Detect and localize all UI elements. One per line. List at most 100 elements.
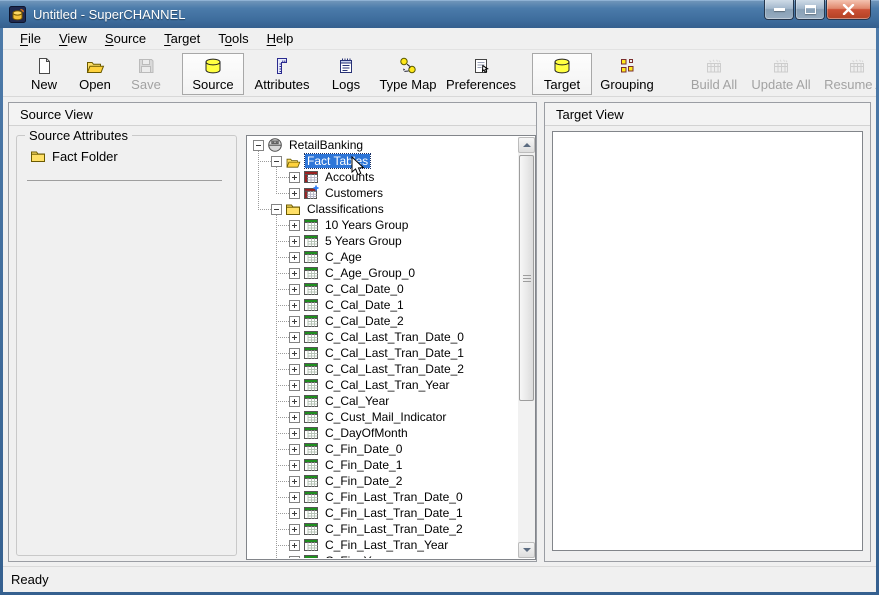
menu-tools[interactable]: Tools <box>209 28 257 49</box>
maximize-button[interactable] <box>795 0 825 20</box>
menu-source[interactable]: Source <box>96 28 155 49</box>
expand-plus-icon[interactable] <box>289 188 300 199</box>
expand-plus-icon[interactable] <box>289 412 300 423</box>
source-button[interactable]: Source <box>182 53 244 95</box>
expand-plus-icon[interactable] <box>289 460 300 471</box>
scrollbar-thumb[interactable] <box>519 155 534 401</box>
attributes-button[interactable]: Attributes <box>246 53 318 95</box>
tree-item-accounts[interactable]: Accounts <box>247 169 517 185</box>
expand-plus-icon[interactable] <box>289 428 300 439</box>
tree-item-classifications[interactable]: Classifications <box>247 201 517 217</box>
tree-item-label[interactable]: C_Cal_Date_2 <box>323 314 406 328</box>
expand-plus-icon[interactable] <box>289 252 300 263</box>
tree-item-5-years-group[interactable]: 5 Years Group <box>247 233 517 249</box>
new-button[interactable]: New <box>20 53 68 95</box>
expand-plus-icon[interactable] <box>289 524 300 535</box>
expand-plus-icon[interactable] <box>289 172 300 183</box>
tree-item-label[interactable]: C_Fin_Last_Tran_Year <box>323 538 450 552</box>
tree-item-retailbanking[interactable]: RetailBanking <box>247 137 517 153</box>
tree-item-fact-tables[interactable]: Fact Tables <box>247 153 517 169</box>
tree-item-label[interactable]: C_Fin_Date_2 <box>323 474 404 488</box>
tree-item-label[interactable]: C_Fin_Last_Tran_Date_0 <box>323 490 465 504</box>
expand-plus-icon[interactable] <box>289 332 300 343</box>
tree-item-label[interactable]: Accounts <box>323 170 376 184</box>
menu-help[interactable]: Help <box>258 28 303 49</box>
tree-item-c-cal-last-tran-date-0[interactable]: C_Cal_Last_Tran_Date_0 <box>247 329 517 345</box>
collapse-minus-icon[interactable] <box>271 204 282 215</box>
expand-plus-icon[interactable] <box>289 268 300 279</box>
fact-folder-item[interactable]: Fact Folder <box>27 148 118 164</box>
expand-plus-icon[interactable] <box>289 508 300 519</box>
tree-item-label[interactable]: C_Cal_Last_Tran_Date_2 <box>323 362 466 376</box>
tree-item-c-cal-last-tran-year[interactable]: C_Cal_Last_Tran_Year <box>247 377 517 393</box>
menu-file[interactable]: File <box>11 28 50 49</box>
tree-item-c-cal-date-0[interactable]: C_Cal_Date_0 <box>247 281 517 297</box>
expand-plus-icon[interactable] <box>289 492 300 503</box>
tree-item-label[interactable]: C_DayOfMonth <box>323 426 410 440</box>
expand-plus-icon[interactable] <box>289 300 300 311</box>
open-button[interactable]: Open <box>70 53 120 95</box>
tree-item-c-cal-year[interactable]: C_Cal_Year <box>247 393 517 409</box>
tree-item-c-cal-last-tran-date-2[interactable]: C_Cal_Last_Tran_Date_2 <box>247 361 517 377</box>
collapse-minus-icon[interactable] <box>253 140 264 151</box>
tree-item-c-dayofmonth[interactable]: C_DayOfMonth <box>247 425 517 441</box>
tree-item-label[interactable]: C_Cal_Last_Tran_Year <box>323 378 452 392</box>
tree-item-label[interactable]: C_Fin_Date_1 <box>323 458 404 472</box>
tree-item-c-cal-last-tran-date-1[interactable]: C_Cal_Last_Tran_Date_1 <box>247 345 517 361</box>
tree-item-label[interactable]: C_Cal_Date_1 <box>323 298 406 312</box>
expand-plus-icon[interactable] <box>289 236 300 247</box>
tree-item-c-fin-last-tran-date-0[interactable]: C_Fin_Last_Tran_Date_0 <box>247 489 517 505</box>
tree-item-label[interactable]: C_Fin_Date_0 <box>323 442 404 456</box>
tree-item-c-fin-last-tran-year[interactable]: C_Fin_Last_Tran_Year <box>247 537 517 553</box>
expand-plus-icon[interactable] <box>289 316 300 327</box>
tree-item-c-fin-date-2[interactable]: C_Fin_Date_2 <box>247 473 517 489</box>
expand-plus-icon[interactable] <box>289 220 300 231</box>
grouping-button[interactable]: Grouping <box>594 53 660 95</box>
menu-target[interactable]: Target <box>155 28 209 49</box>
tree-item-c-cust-mail-indicator[interactable]: C_Cust_Mail_Indicator <box>247 409 517 425</box>
tree-item-c-fin-last-tran-date-1[interactable]: C_Fin_Last_Tran_Date_1 <box>247 505 517 521</box>
tree-item-label[interactable]: RetailBanking <box>287 138 365 152</box>
tree-item-c-age-group-0[interactable]: C_Age_Group_0 <box>247 265 517 281</box>
tree-item-c-fin-date-1[interactable]: C_Fin_Date_1 <box>247 457 517 473</box>
tree-item-label[interactable]: Classifications <box>305 202 386 216</box>
expand-plus-icon[interactable] <box>289 476 300 487</box>
expand-plus-icon[interactable] <box>289 380 300 391</box>
tree-item-label[interactable]: C_Cal_Last_Tran_Date_1 <box>323 346 466 360</box>
expand-plus-icon[interactable] <box>289 444 300 455</box>
expand-plus-icon[interactable] <box>289 396 300 407</box>
tree-item-customers[interactable]: Customers <box>247 185 517 201</box>
scroll-up-button[interactable] <box>518 137 535 153</box>
tree-item-c-age[interactable]: C_Age <box>247 249 517 265</box>
tree-item-label[interactable]: C_Cal_Last_Tran_Date_0 <box>323 330 466 344</box>
tree-item-label[interactable]: C_Age <box>323 250 364 264</box>
tree-item-c-cal-date-2[interactable]: C_Cal_Date_2 <box>247 313 517 329</box>
close-button[interactable] <box>826 0 871 20</box>
tree-item-label[interactable]: C_Age_Group_0 <box>323 266 417 280</box>
tree-item-label[interactable]: Customers <box>323 186 385 200</box>
tree-item-10-years-group[interactable]: 10 Years Group <box>247 217 517 233</box>
tree-item-label[interactable]: C_Fin_Year <box>323 554 390 558</box>
target-button[interactable]: Target <box>532 53 592 95</box>
logs-button[interactable]: Logs <box>320 53 372 95</box>
minimize-button[interactable] <box>764 0 794 20</box>
expand-plus-icon[interactable] <box>289 364 300 375</box>
tree-item-c-fin-date-0[interactable]: C_Fin_Date_0 <box>247 441 517 457</box>
expand-plus-icon[interactable] <box>289 284 300 295</box>
tree-item-c-fin-year[interactable]: C_Fin_Year <box>247 553 517 558</box>
tree-item-label[interactable]: C_Fin_Last_Tran_Date_2 <box>323 522 465 536</box>
tree-item-c-cal-date-1[interactable]: C_Cal_Date_1 <box>247 297 517 313</box>
scroll-down-button[interactable] <box>518 542 535 558</box>
collapse-minus-icon[interactable] <box>271 156 282 167</box>
preferences-button[interactable]: Preferences <box>444 53 518 95</box>
tree-item-label[interactable]: C_Cal_Year <box>323 394 391 408</box>
tree-item-label[interactable]: C_Cal_Date_0 <box>323 282 406 296</box>
tree-item-label[interactable]: C_Cust_Mail_Indicator <box>323 410 448 424</box>
expand-plus-icon[interactable] <box>289 556 300 559</box>
tree-item-label[interactable]: Fact Tables <box>305 154 370 168</box>
tree-item-c-fin-last-tran-date-2[interactable]: C_Fin_Last_Tran_Date_2 <box>247 521 517 537</box>
tree-item-label[interactable]: C_Fin_Last_Tran_Date_1 <box>323 506 465 520</box>
expand-plus-icon[interactable] <box>289 540 300 551</box>
expand-plus-icon[interactable] <box>289 348 300 359</box>
tree-scrollbar[interactable] <box>518 137 535 558</box>
